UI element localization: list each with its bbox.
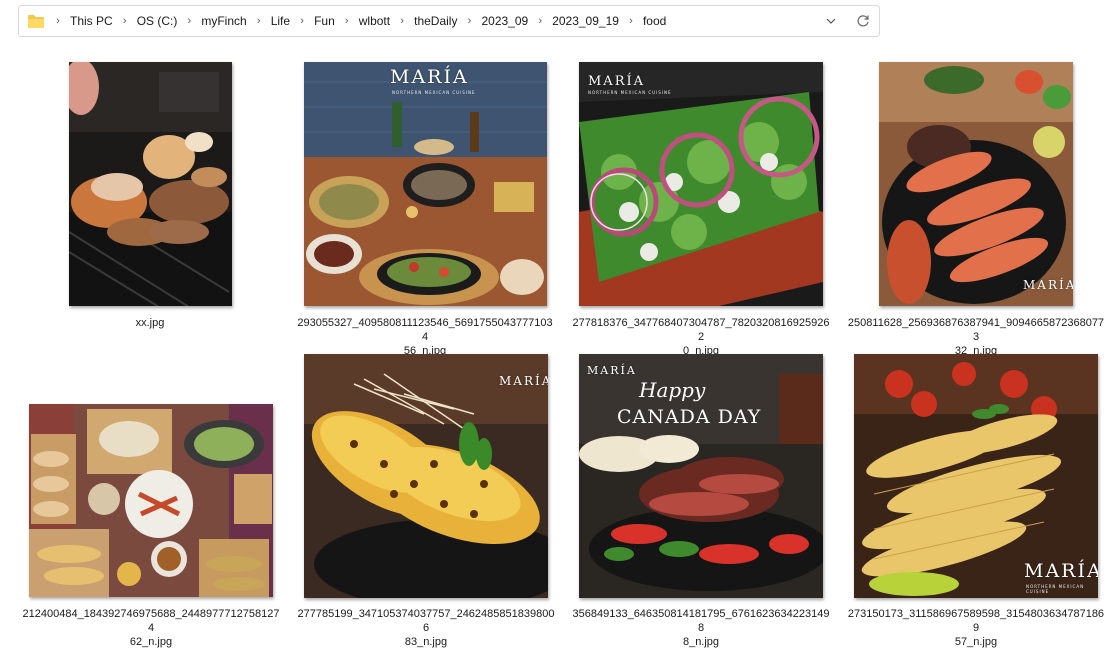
chevron-right-icon[interactable]: ›	[293, 15, 311, 27]
breadcrumb-2023-09-19[interactable]: 2023_09_19	[549, 12, 622, 30]
chevron-right-icon[interactable]: ›	[393, 15, 411, 27]
brand-tagline: NORTHERN MEXICAN CUISINE	[588, 90, 672, 95]
file-name-label: 356849133_646350814181795_67616236342231…	[571, 607, 831, 649]
caption-line: 293055327_409580811123546_56917550437771…	[297, 317, 553, 343]
brand-tagline: NORTHERN MEXICAN CUISINE	[392, 90, 476, 95]
breadcrumb: › This PC › OS (C:) › myFinch › Life › F…	[49, 6, 669, 36]
brand-logo-text: MARÍA	[1024, 560, 1098, 582]
happy-text: Happy	[639, 378, 706, 402]
address-history-button[interactable]	[822, 12, 840, 30]
canada-day-text: CANADA DAY	[617, 406, 762, 428]
file-thumbnail[interactable]: MARÍA NORTHERN MEXICAN CUISINE	[579, 62, 823, 306]
file-thumbnail[interactable]: MARÍA Happy CANADA DAY	[579, 354, 823, 598]
caption-line: 62_n.jpg	[129, 636, 173, 648]
file-name-label: 212400484_184392746975688_24489777127581…	[21, 607, 281, 649]
caption-line: 8_n.jpg	[682, 636, 720, 648]
file-thumbnail[interactable]: MARÍA NORTHERN MEXICAN CUISINE	[854, 354, 1098, 598]
caption-line: 356849133_646350814181795_67616236342231…	[572, 608, 830, 634]
caption-line: xx.jpg	[135, 317, 165, 329]
address-bar[interactable]: › This PC › OS (C:) › myFinch › Life › F…	[18, 5, 880, 37]
chevron-down-icon	[826, 18, 836, 24]
chevron-right-icon[interactable]: ›	[180, 15, 198, 27]
breadcrumb-this-pc[interactable]: This PC	[67, 12, 116, 30]
file-thumbnail[interactable]	[69, 62, 232, 306]
breadcrumb-fun[interactable]: Fun	[311, 12, 338, 30]
file-thumbnail[interactable]: MARÍA NORTHERN MEXICAN CUISINE	[304, 62, 547, 306]
file-name-label: 277785199_347105374037757_24624858518398…	[296, 607, 556, 649]
breadcrumb-2023-09[interactable]: 2023_09	[478, 12, 531, 30]
brand-logo-text: MARÍA	[1023, 278, 1073, 292]
refresh-icon	[857, 15, 869, 27]
brand-logo-text: MARÍA	[390, 66, 469, 88]
file-name-label: 273150173_311586967589598_31548036347871…	[846, 607, 1106, 649]
caption-line: 250811628_256936876387941_90946658723680…	[847, 317, 1105, 343]
brand-logo-text: MARÍA	[587, 364, 637, 377]
chevron-right-icon[interactable]: ›	[250, 15, 268, 27]
chevron-right-icon[interactable]: ›	[49, 15, 67, 27]
breadcrumb-thedaily[interactable]: theDaily	[411, 12, 460, 30]
chevron-right-icon[interactable]: ›	[460, 15, 478, 27]
caption-line: 57_n.jpg	[954, 636, 998, 648]
folder-icon	[28, 15, 44, 28]
chevron-right-icon[interactable]: ›	[116, 15, 134, 27]
refresh-button[interactable]	[853, 11, 873, 31]
breadcrumb-food[interactable]: food	[640, 12, 669, 30]
file-thumbnail[interactable]	[29, 404, 273, 597]
breadcrumb-myfinch[interactable]: myFinch	[198, 12, 249, 30]
caption-line: 277818376_347768407304787_78203208169259…	[572, 317, 830, 343]
chevron-right-icon[interactable]: ›	[338, 15, 356, 27]
caption-line: 277785199_347105374037757_24624858518398…	[297, 608, 555, 634]
file-thumbnail[interactable]: MARÍA	[879, 62, 1073, 306]
breadcrumb-life[interactable]: Life	[268, 12, 293, 30]
file-name-label: xx.jpg	[20, 316, 280, 330]
caption-line: 83_n.jpg	[404, 636, 448, 648]
brand-logo-text: MARÍA	[588, 74, 646, 89]
chevron-right-icon[interactable]: ›	[531, 15, 549, 27]
file-thumbnail[interactable]: MARÍA	[304, 354, 548, 598]
file-name-label: 293055327_409580811123546_56917550437771…	[295, 316, 555, 358]
file-name-label: 277818376_347768407304787_78203208169259…	[571, 316, 831, 358]
caption-line: 212400484_184392746975688_24489777127581…	[22, 608, 280, 634]
breadcrumb-os-c[interactable]: OS (C:)	[134, 12, 181, 30]
breadcrumb-wlbott[interactable]: wlbott	[356, 12, 393, 30]
chevron-right-icon[interactable]: ›	[622, 15, 640, 27]
brand-tagline: NORTHERN MEXICAN CUISINE	[1026, 584, 1085, 594]
file-name-label: 250811628_256936876387941_90946658723680…	[846, 316, 1106, 358]
brand-logo-text: MARÍA	[499, 374, 548, 388]
caption-line: 273150173_311586967589598_31548036347871…	[847, 608, 1105, 634]
